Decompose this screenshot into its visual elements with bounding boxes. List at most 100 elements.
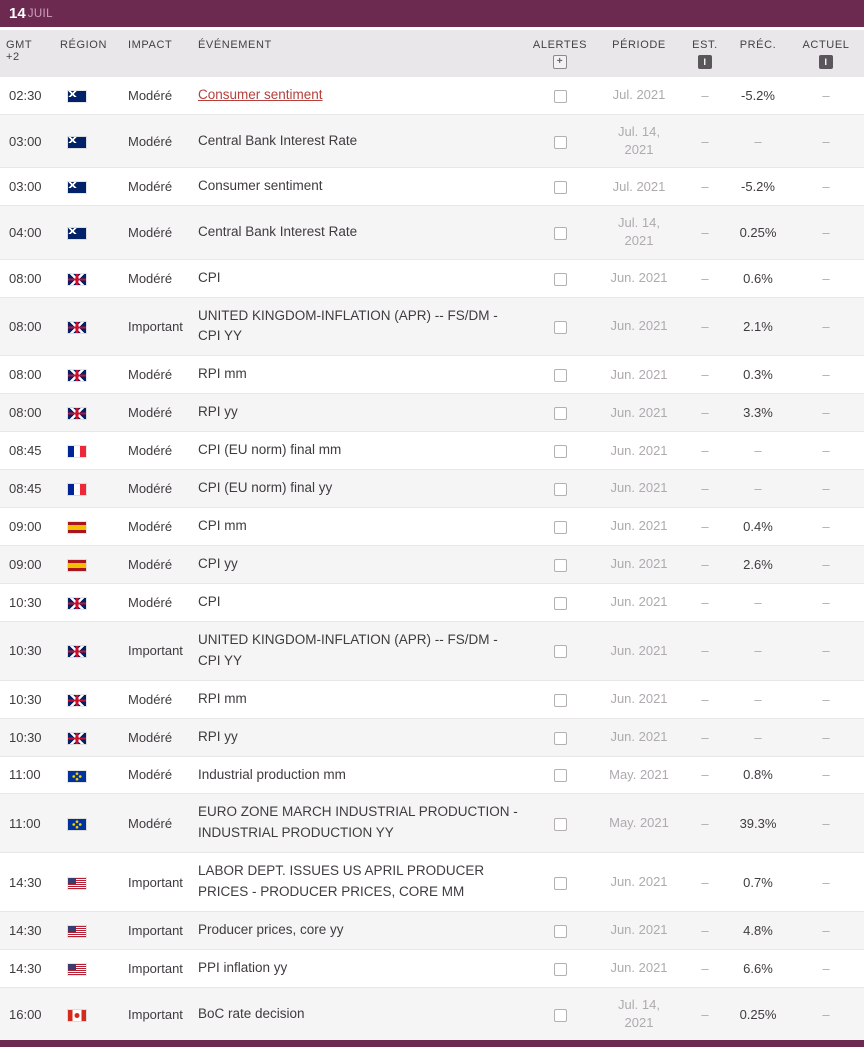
alert-checkbox[interactable]: [553, 407, 567, 421]
alert-checkbox[interactable]: [553, 135, 567, 149]
event-time: 14:30: [0, 911, 54, 950]
event-name[interactable]: RPI yy: [198, 404, 238, 419]
event-name[interactable]: Producer prices, core yy: [198, 922, 344, 937]
impact-label: Modéré: [122, 205, 192, 260]
region-cell: [54, 679, 122, 719]
actual-value: –: [788, 949, 864, 988]
previous-value: 2.6%: [728, 544, 788, 584]
flag-spain-icon: [68, 522, 86, 534]
period-cell: Jun. 2021: [596, 393, 682, 432]
event-name[interactable]: CPI (EU norm) final mm: [198, 442, 341, 457]
estimate-value: –: [682, 507, 728, 546]
event-name[interactable]: Industrial production mm: [198, 767, 346, 782]
event-cell: Consumer sentiment: [192, 167, 524, 206]
impact-label: Important: [122, 296, 192, 356]
alert-checkbox[interactable]: [553, 445, 567, 459]
col-actual-label: ACTUEL: [802, 39, 850, 51]
col-estimate: EST. i: [682, 30, 728, 77]
event-period: Jun. 2021: [610, 594, 668, 610]
impact-label: Modéré: [122, 544, 192, 584]
event-name[interactable]: BoC rate decision: [198, 1006, 305, 1021]
impact-label: Modéré: [122, 679, 192, 719]
event-cell: BoC rate decision: [192, 986, 524, 1041]
alert-checkbox[interactable]: [553, 925, 567, 939]
event-name[interactable]: Consumer sentiment: [198, 178, 323, 193]
event-name[interactable]: CPI yy: [198, 556, 238, 571]
event-name[interactable]: CPI mm: [198, 518, 247, 533]
alert-checkbox[interactable]: [553, 817, 567, 831]
event-time: 08:00: [0, 393, 54, 432]
event-period: Jun. 2021: [610, 691, 668, 707]
actual-value: –: [788, 469, 864, 508]
region-cell: [54, 113, 122, 168]
col-impact-label: IMPACT: [128, 39, 173, 51]
event-name[interactable]: Consumer sentiment: [198, 87, 323, 102]
event-name[interactable]: UNITED KINGDOM-INFLATION (APR) -- FS/DM …: [198, 308, 498, 344]
info-icon[interactable]: i: [819, 55, 833, 69]
event-name[interactable]: CPI: [198, 594, 221, 609]
previous-value: 6.6%: [728, 949, 788, 988]
col-period-label: PÉRIODE: [612, 39, 666, 51]
event-name[interactable]: CPI: [198, 270, 221, 285]
event-name[interactable]: Central Bank Interest Rate: [198, 224, 357, 239]
alert-checkbox[interactable]: [553, 226, 567, 240]
event-time: 03:00: [0, 113, 54, 168]
event-name[interactable]: Central Bank Interest Rate: [198, 133, 357, 148]
event-cell: CPI: [192, 582, 524, 622]
period-cell: Jun. 2021: [596, 679, 682, 719]
add-alert-icon[interactable]: +: [553, 55, 567, 69]
event-name[interactable]: LABOR DEPT. ISSUES US APRIL PRODUCER PRI…: [198, 863, 484, 899]
event-period: Jul. 2021: [612, 178, 666, 194]
event-cell: LABOR DEPT. ISSUES US APRIL PRODUCER PRI…: [192, 852, 524, 912]
actual-value: –: [788, 205, 864, 260]
alert-checkbox[interactable]: [553, 731, 567, 745]
alert-cell: [524, 717, 596, 756]
alert-cell: [524, 852, 596, 912]
event-name[interactable]: UNITED KINGDOM-INFLATION (APR) -- FS/DM …: [198, 632, 498, 668]
estimate-value: –: [682, 986, 728, 1041]
event-name[interactable]: PPI inflation yy: [198, 960, 287, 975]
event-name[interactable]: RPI yy: [198, 729, 238, 744]
period-cell: Jul. 14, 2021: [596, 986, 682, 1041]
alert-checkbox[interactable]: [553, 521, 567, 535]
event-row: 03:00 Modéré Central Bank Interest Rate …: [0, 113, 864, 168]
alert-checkbox[interactable]: [553, 483, 567, 497]
event-period: Jun. 2021: [610, 642, 668, 658]
event-cell: CPI yy: [192, 544, 524, 584]
impact-label: Important: [122, 949, 192, 988]
region-cell: [54, 949, 122, 988]
event-cell: Producer prices, core yy: [192, 911, 524, 950]
alert-checkbox[interactable]: [553, 876, 567, 890]
alert-checkbox[interactable]: [553, 272, 567, 286]
col-time-label: GMT +2: [6, 39, 33, 63]
event-cell: CPI: [192, 258, 524, 298]
event-row: 08:00 Modéré CPI Jun. 2021 – 0.6% –: [0, 258, 864, 298]
region-cell: [54, 76, 122, 115]
estimate-value: –: [682, 76, 728, 115]
impact-label: Modéré: [122, 431, 192, 470]
event-cell: RPI mm: [192, 679, 524, 719]
event-name[interactable]: RPI mm: [198, 691, 247, 706]
alert-checkbox[interactable]: [553, 596, 567, 610]
event-row: 10:30 Modéré RPI mm Jun. 2021 – – –: [0, 679, 864, 719]
event-time: 14:30: [0, 949, 54, 988]
alert-checkbox[interactable]: [553, 645, 567, 659]
event-name[interactable]: EURO ZONE MARCH INDUSTRIAL PRODUCTION - …: [198, 804, 518, 840]
alert-checkbox[interactable]: [553, 320, 567, 334]
alert-checkbox[interactable]: [553, 1008, 567, 1022]
event-name[interactable]: CPI (EU norm) final yy: [198, 480, 332, 495]
alert-checkbox[interactable]: [553, 181, 567, 195]
alert-checkbox[interactable]: [553, 558, 567, 572]
estimate-value: –: [682, 167, 728, 206]
alert-checkbox[interactable]: [553, 369, 567, 383]
alert-checkbox[interactable]: [553, 963, 567, 977]
event-name[interactable]: RPI mm: [198, 366, 247, 381]
info-icon[interactable]: i: [698, 55, 712, 69]
col-region: RÉGION: [54, 30, 122, 77]
impact-label: Modéré: [122, 393, 192, 432]
alert-checkbox[interactable]: [553, 769, 567, 783]
event-period: Jun. 2021: [610, 366, 668, 382]
alert-checkbox[interactable]: [553, 89, 567, 103]
alert-checkbox[interactable]: [553, 693, 567, 707]
event-row: 08:00 Important UNITED KINGDOM-INFLATION…: [0, 296, 864, 356]
